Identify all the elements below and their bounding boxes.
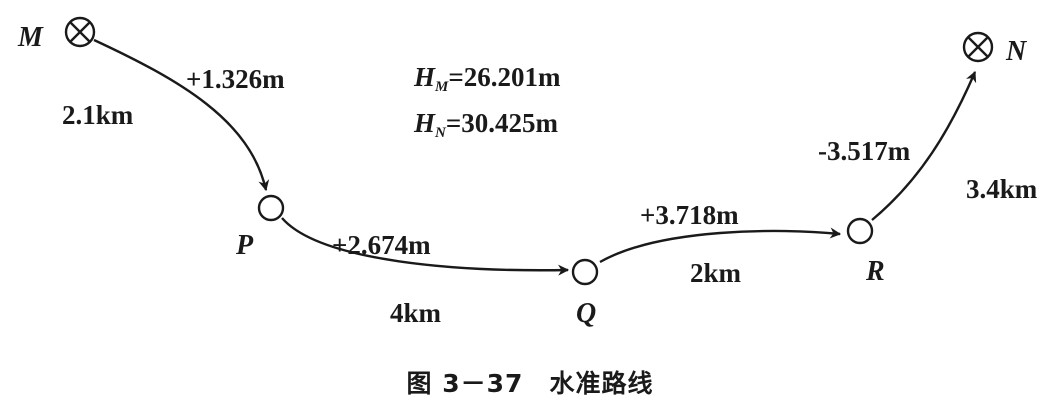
segment-r-n-dh: -3.517m xyxy=(818,136,911,166)
benchmark-n-icon xyxy=(962,31,994,63)
segment-r-n-dist: 3.4km xyxy=(966,174,1038,204)
point-p-label: P xyxy=(236,230,254,261)
point-m-label: M xyxy=(18,22,43,53)
segment-p-q-dist: 4km xyxy=(390,298,442,328)
point-q-icon xyxy=(571,258,599,286)
point-n-label: N xyxy=(1006,36,1027,67)
figure-title: 水准路线 xyxy=(549,369,654,398)
point-q-label: Q xyxy=(576,298,597,329)
point-r-icon xyxy=(846,217,874,245)
figure-caption: 图 3－37 水准路线 xyxy=(0,364,1060,400)
segment-q-r-dist: 2km xyxy=(690,258,742,288)
height-n: HN=30.425m xyxy=(414,108,558,141)
height-m: HM=26.201m xyxy=(414,62,561,95)
benchmark-m-icon xyxy=(64,16,96,48)
point-p-icon xyxy=(257,194,285,222)
segment-q-r-dh: +3.718m xyxy=(640,200,739,230)
segment-m-p-dist: 2.1km xyxy=(62,100,134,130)
figure-number: 图 3－37 xyxy=(406,369,524,398)
point-r-label: R xyxy=(866,256,885,287)
segment-p-q-dh: +2.674m xyxy=(332,230,431,260)
level-route-diagram: M N P Q R +1.326m 2.1km +2.674m 4km +3.7… xyxy=(0,0,1060,408)
segment-m-p-dh: +1.326m xyxy=(186,64,285,94)
